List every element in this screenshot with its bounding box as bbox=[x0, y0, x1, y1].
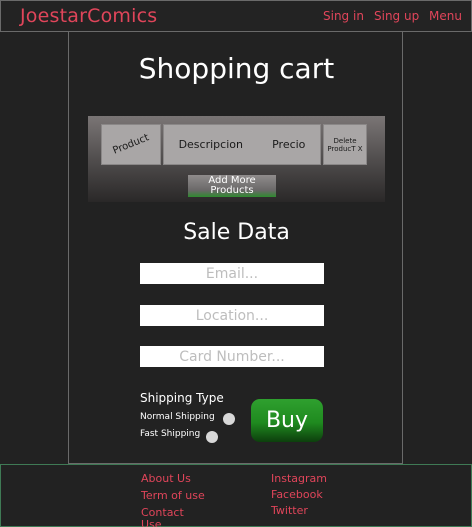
footer-terms-link[interactable]: Term of use bbox=[141, 490, 205, 502]
cart-table-panel: Product Descripcion Precio Delete Produc… bbox=[88, 116, 385, 202]
main-content-panel: Shopping cart Product Descripcion Precio… bbox=[68, 32, 403, 464]
footer: About Us Term of use Contact Use Instagr… bbox=[0, 464, 472, 527]
column-description-label: Descripcion bbox=[178, 138, 243, 151]
nav-menu-link[interactable]: Menu bbox=[429, 9, 462, 23]
column-description-price: Descripcion Precio bbox=[163, 124, 321, 165]
fast-shipping-label: Fast Shipping bbox=[140, 429, 201, 439]
normal-shipping-radio[interactable] bbox=[223, 413, 235, 425]
footer-about-us-link[interactable]: About Us bbox=[141, 473, 191, 485]
column-product: Product bbox=[101, 124, 161, 165]
nav-sign-in-link[interactable]: Sing in bbox=[323, 9, 364, 23]
column-delete[interactable]: Delete ProducT X bbox=[323, 124, 367, 165]
location-field[interactable] bbox=[140, 305, 324, 326]
nav-sign-up-link[interactable]: Sing up bbox=[374, 9, 419, 23]
footer-twitter-link[interactable]: Twitter bbox=[271, 505, 308, 517]
column-product-label: Product bbox=[111, 132, 151, 157]
column-price-label: Precio bbox=[272, 138, 306, 151]
footer-instagram-link[interactable]: Instagram bbox=[271, 473, 327, 485]
column-delete-label: Delete ProducT X bbox=[327, 136, 363, 153]
normal-shipping-label: Normal Shipping bbox=[140, 412, 215, 422]
footer-contact-link[interactable]: Contact Use bbox=[141, 507, 201, 527]
buy-button[interactable]: Buy bbox=[251, 399, 323, 442]
card-number-field[interactable] bbox=[140, 346, 324, 367]
fast-shipping-radio[interactable] bbox=[206, 431, 218, 443]
brand-logo-text[interactable]: JoestarComics bbox=[20, 5, 157, 27]
shipping-type-label: Shipping Type bbox=[140, 391, 224, 405]
cart-table-header: Product Descripcion Precio Delete Produc… bbox=[101, 124, 367, 165]
sale-data-title: Sale Data bbox=[183, 220, 290, 245]
top-navbar: JoestarComics Sing in Sing up Menu bbox=[0, 0, 472, 32]
footer-facebook-link[interactable]: Facebook bbox=[271, 489, 323, 501]
add-more-products-button[interactable]: Add More Products bbox=[188, 175, 276, 197]
email-field[interactable] bbox=[140, 263, 324, 284]
page-title: Shopping cart bbox=[138, 52, 335, 85]
